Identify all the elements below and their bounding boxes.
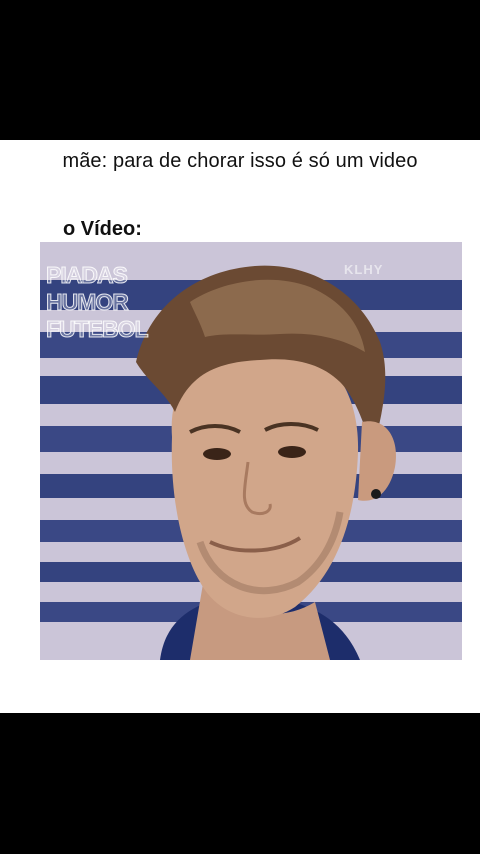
top-black-bar <box>0 0 480 140</box>
corner-watermark: KLHY <box>344 262 384 277</box>
watermark-line-3: FUTEBOL <box>46 316 150 343</box>
piadas-humor-futebol-watermark: PIADAS HUMOR FUTEBOL <box>46 262 150 343</box>
watermark-line-2: HUMOR <box>46 289 130 316</box>
bottom-black-bar <box>0 713 480 854</box>
meme-caption: mãe: para de chorar isso é só um video <box>62 150 418 172</box>
meme-sub-caption: o Vídeo: <box>63 218 142 240</box>
watermark-line-1: PIADAS <box>46 262 129 289</box>
